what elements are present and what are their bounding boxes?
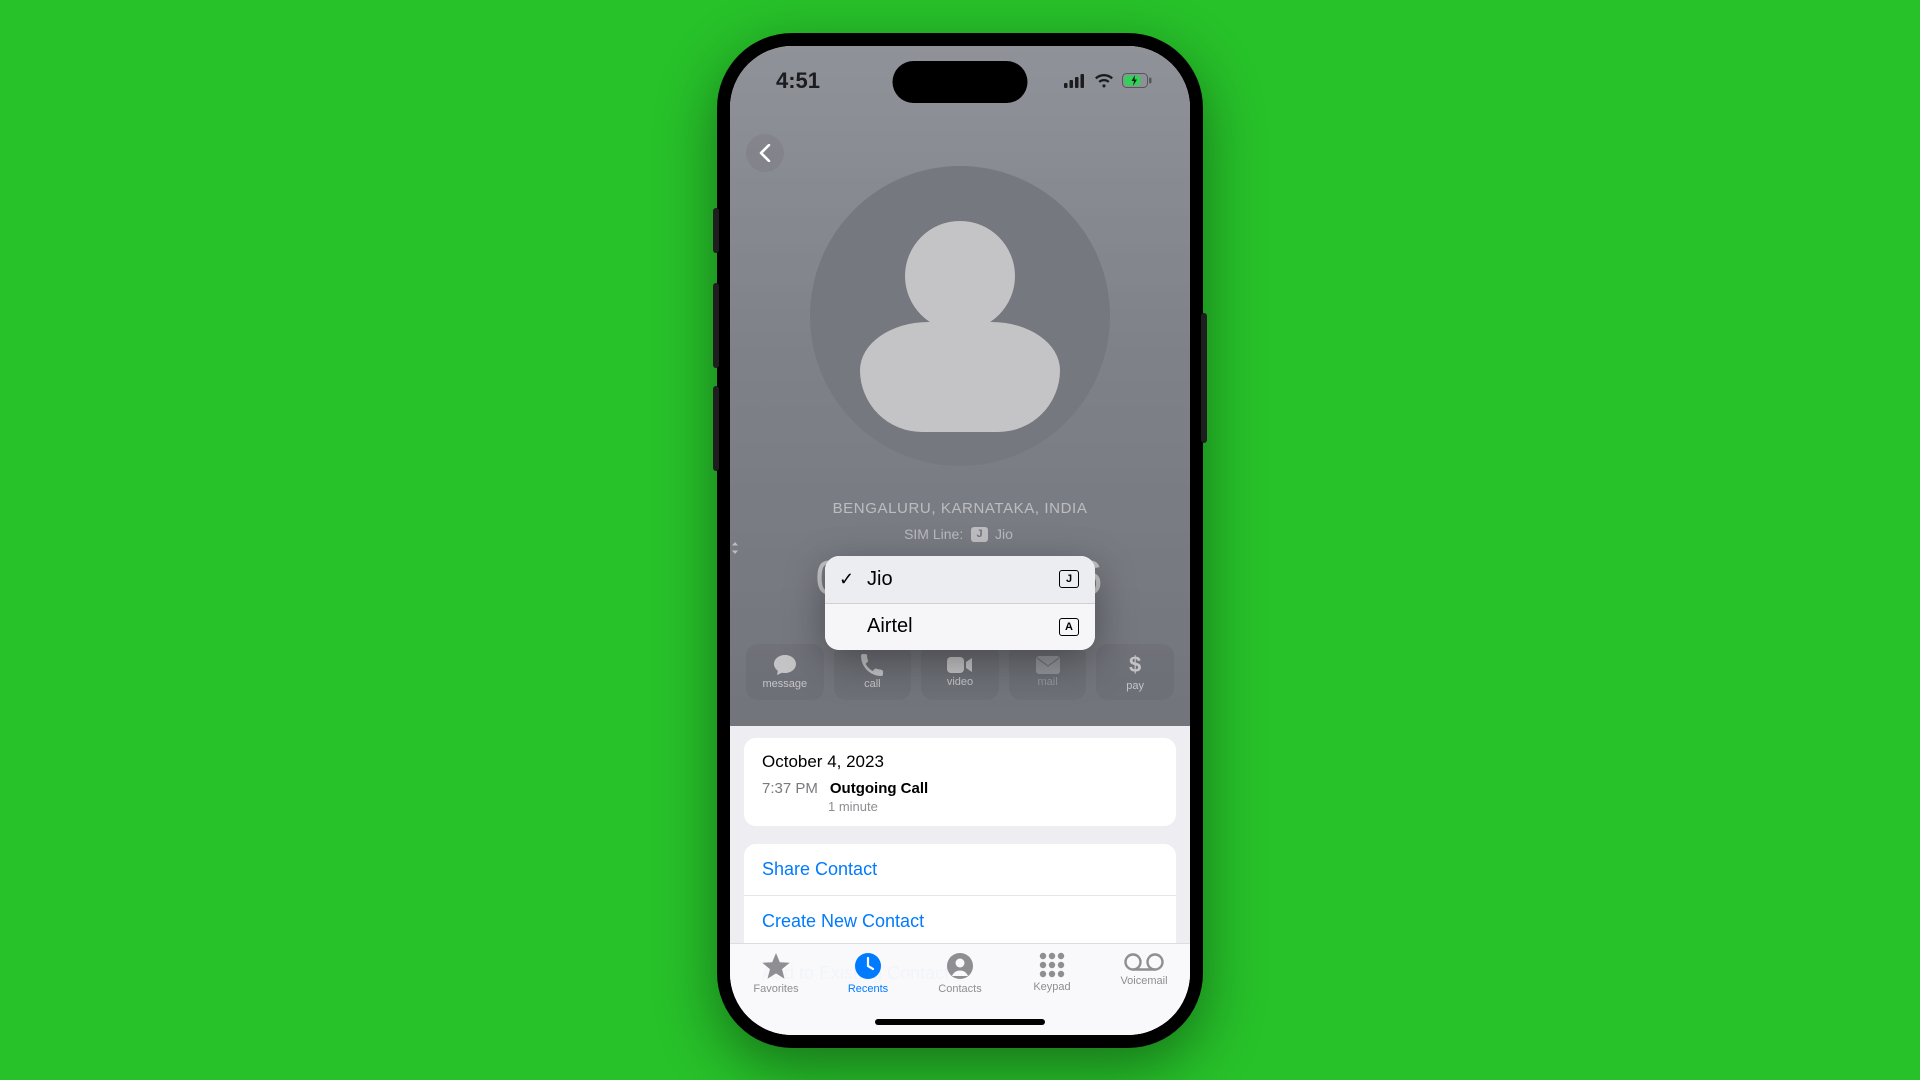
log-duration: 1 minute: [828, 799, 1158, 814]
sim-option-airtel[interactable]: Airtel A: [825, 603, 1095, 650]
voicemail-icon: [1124, 952, 1164, 972]
screen: 4:51 BENGALURU, KARNATAKA,: [730, 46, 1190, 1035]
tab-label: Keypad: [1033, 981, 1070, 993]
home-indicator[interactable]: [875, 1019, 1045, 1025]
cellular-icon: [1064, 74, 1086, 88]
star-icon: [761, 952, 791, 980]
sim-option-label: Airtel: [867, 615, 913, 638]
status-indicators: [1064, 73, 1152, 88]
wifi-icon: [1094, 74, 1114, 88]
sim-tag-icon: J: [1059, 570, 1079, 588]
log-type: Outgoing Call: [830, 780, 928, 797]
tab-label: Favorites: [753, 983, 798, 995]
tab-contacts[interactable]: Contacts: [914, 952, 1006, 995]
call-log-group: October 4, 2023 7:37 PM Outgoing Call 1 …: [744, 738, 1176, 826]
phone-frame: 4:51 BENGALURU, KARNATAKA,: [717, 33, 1203, 1048]
content-area: October 4, 2023 7:37 PM Outgoing Call 1 …: [730, 726, 1190, 1035]
status-time: 4:51: [776, 68, 820, 94]
tab-recents[interactable]: Recents: [822, 952, 914, 995]
checkmark-icon: ✓: [839, 569, 859, 590]
tab-voicemail[interactable]: Voicemail: [1098, 952, 1190, 987]
contact-header: BENGALURU, KARNATAKA, INDIA SIM Line: J …: [730, 46, 1190, 726]
side-button: [713, 208, 719, 253]
sim-popover: ✓ Jio J Airtel A: [825, 556, 1095, 650]
tab-keypad[interactable]: Keypad: [1006, 952, 1098, 993]
chevron-left-icon: [758, 144, 772, 162]
tab-label: Recents: [848, 983, 888, 995]
sim-option-jio[interactable]: ✓ Jio J: [825, 556, 1095, 603]
battery-icon: [1122, 73, 1152, 88]
keypad-icon: [1039, 952, 1065, 978]
tab-favorites[interactable]: Favorites: [730, 952, 822, 995]
create-contact-link[interactable]: Create New Contact: [744, 895, 1176, 947]
tab-label: Contacts: [938, 983, 981, 995]
call-log-entry: October 4, 2023 7:37 PM Outgoing Call 1 …: [744, 738, 1176, 826]
sim-tag-icon: A: [1059, 618, 1079, 636]
sim-option-label: Jio: [867, 568, 893, 591]
back-button[interactable]: [746, 134, 784, 172]
clock-icon: [854, 952, 882, 980]
power-button: [1201, 313, 1207, 443]
log-time: 7:37 PM: [762, 780, 818, 797]
share-contact-link[interactable]: Share Contact: [744, 844, 1176, 895]
volume-down-button: [713, 386, 719, 471]
dynamic-island: [893, 61, 1028, 103]
log-date: October 4, 2023: [762, 752, 1158, 772]
volume-up-button: [713, 283, 719, 368]
tab-label: Voicemail: [1120, 975, 1167, 987]
contact-icon: [946, 952, 974, 980]
